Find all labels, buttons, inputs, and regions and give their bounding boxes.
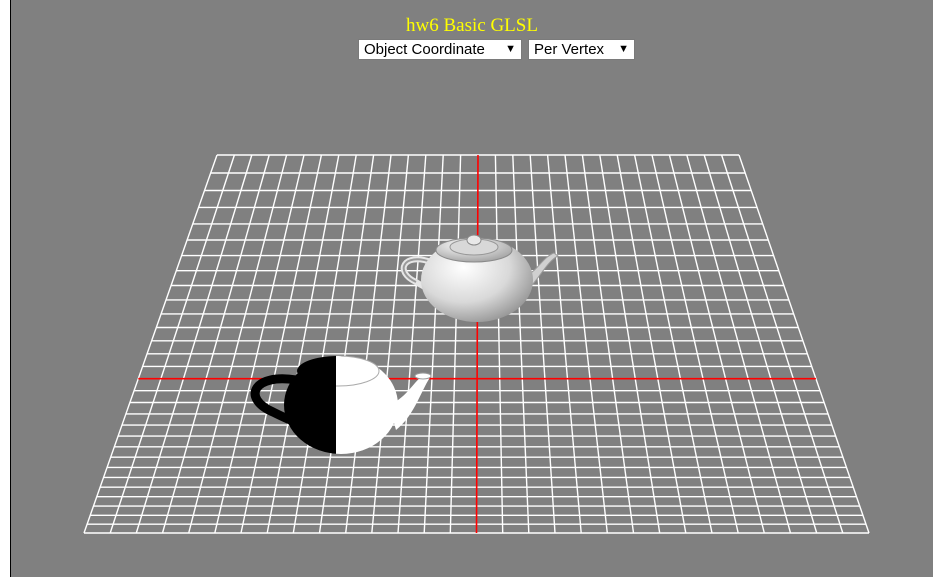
- grid-line-column: [616, 154, 687, 534]
- grid-line-column: [686, 154, 792, 534]
- chevron-down-icon: ▼: [618, 43, 629, 55]
- grid-line-column: [703, 154, 818, 534]
- grid-line-column: [423, 154, 444, 534]
- grid-line-column: [135, 154, 253, 534]
- grid-line-column: [188, 154, 288, 534]
- teapot-lit: [400, 234, 559, 322]
- axis-lines: [138, 154, 816, 534]
- grid-line-column: [546, 154, 582, 534]
- grid-line-column: [214, 154, 305, 534]
- grid-line-column: [633, 154, 713, 534]
- chevron-down-icon: ▼: [505, 43, 516, 55]
- grid-line-column: [494, 154, 504, 534]
- shading-select-value: Per Vertex: [534, 41, 605, 58]
- coordinate-select-value: Object Coordinate: [364, 41, 485, 58]
- grid-line-column: [564, 154, 608, 534]
- grid-line-column: [83, 154, 218, 534]
- grid-line-column: [651, 154, 739, 534]
- grid-line-column: [720, 154, 844, 534]
- shading-select[interactable]: Per Vertex ▼: [528, 39, 635, 60]
- webgl-canvas[interactable]: hw6 Basic GLSL Object Coordinate ▼ Per V…: [11, 0, 933, 577]
- 3d-scene: [83, 154, 870, 534]
- page-title: hw6 Basic GLSL: [406, 15, 538, 36]
- grid-line-column: [449, 154, 462, 534]
- grid-line-column: [397, 154, 427, 534]
- coordinate-select[interactable]: Object Coordinate ▼: [358, 39, 522, 60]
- grid-line-column: [581, 154, 635, 534]
- grid-line-column: [512, 154, 530, 534]
- grid-line-column: [668, 154, 765, 534]
- z-axis-line: [475, 154, 479, 534]
- grid-line-column: [738, 154, 870, 534]
- grid-line-column: [529, 154, 556, 534]
- grid-line-column: [371, 154, 410, 534]
- grid-line-column: [599, 154, 661, 534]
- grid-line-column: [345, 154, 392, 534]
